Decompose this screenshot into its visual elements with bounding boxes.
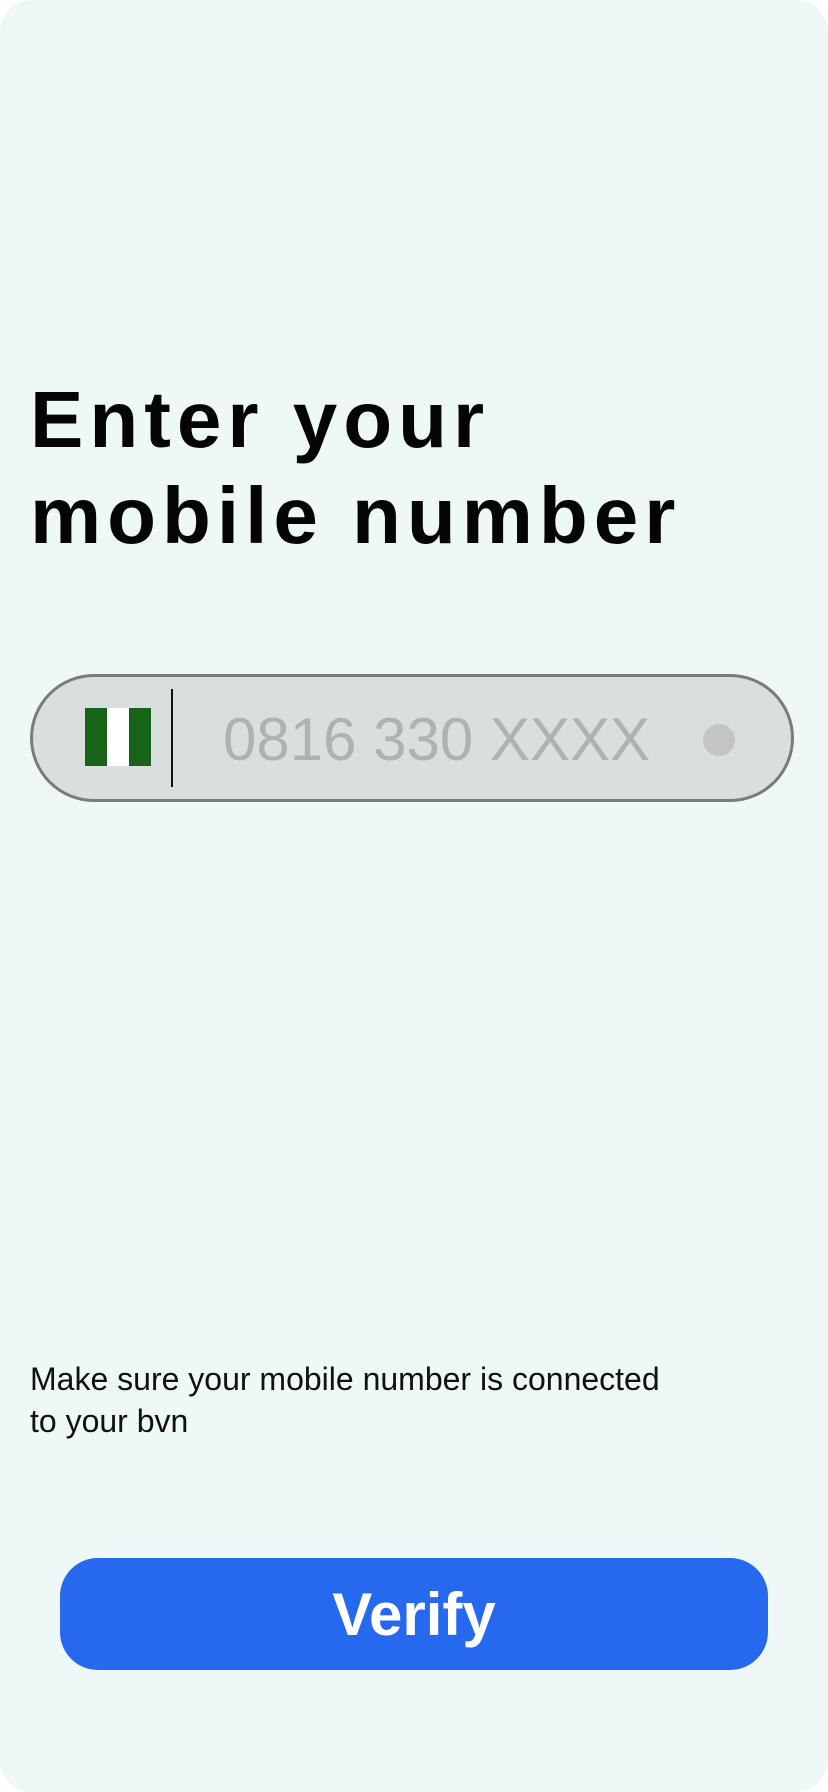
phone-number-field[interactable] xyxy=(30,674,794,802)
field-divider xyxy=(171,689,173,787)
phone-number-input[interactable] xyxy=(223,697,693,781)
hint-line-1: Make sure your mobile number is connecte… xyxy=(30,1361,660,1397)
verify-button[interactable]: Verify xyxy=(60,1558,768,1670)
nigeria-flag-icon[interactable] xyxy=(85,708,151,766)
page-title-line-2: mobile number xyxy=(30,471,682,560)
page-title: Enter your mobile number xyxy=(30,372,681,564)
verify-phone-screen: Enter your mobile number Make sure your … xyxy=(0,0,828,1792)
status-dot-icon xyxy=(703,724,735,756)
hint-line-2: to your bvn xyxy=(30,1403,189,1439)
bvn-hint-text: Make sure your mobile number is connecte… xyxy=(30,1358,730,1442)
page-title-line-1: Enter your xyxy=(30,375,491,464)
